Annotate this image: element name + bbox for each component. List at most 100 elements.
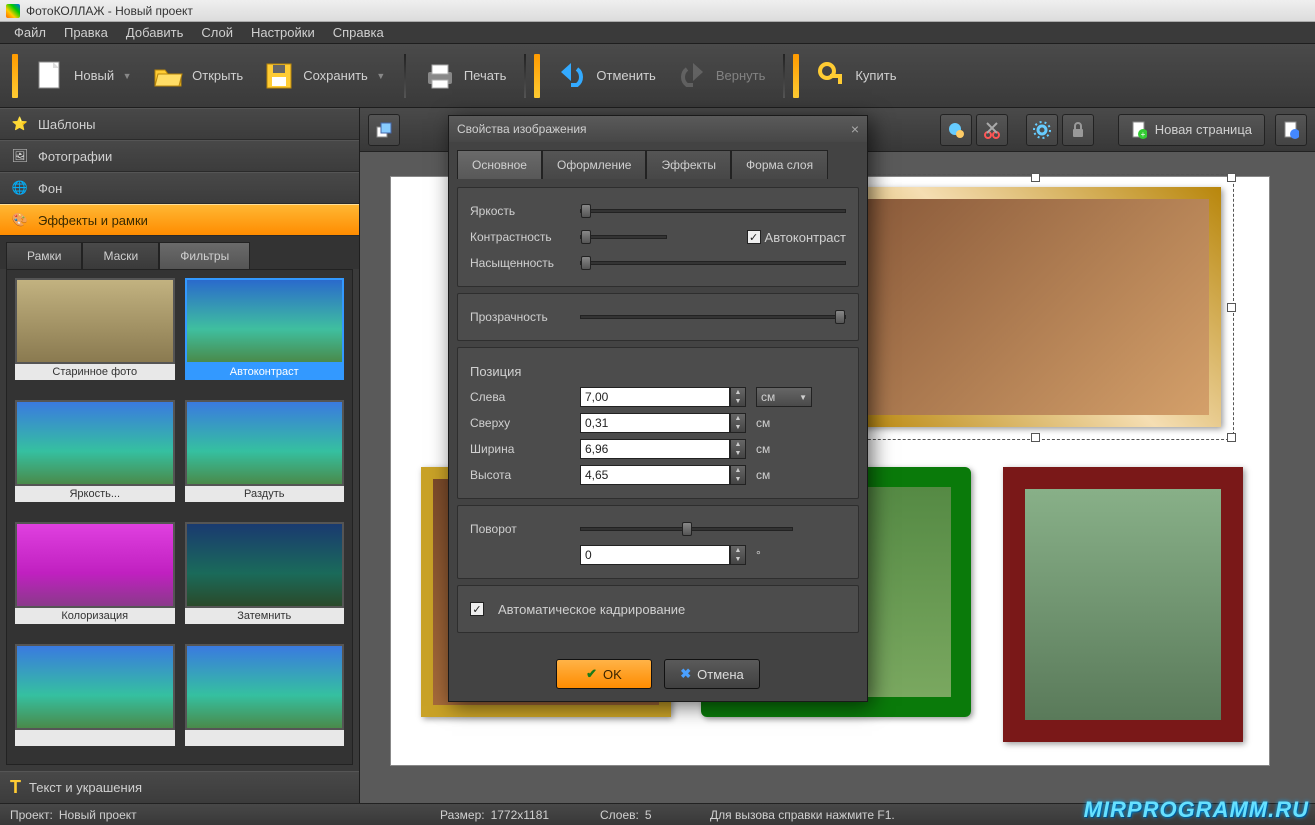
left-label: Слева (470, 390, 570, 404)
image-add-icon[interactable] (940, 114, 972, 146)
print-button[interactable]: Печать (414, 52, 517, 100)
key-icon (815, 60, 847, 92)
resize-handle[interactable] (1227, 433, 1236, 442)
brightness-label: Яркость (470, 204, 570, 218)
filter-thumb[interactable]: Затемнить (185, 522, 345, 634)
globe-icon: 🌐 (10, 178, 30, 198)
sidebar-item-text[interactable]: T Текст и украшения (0, 771, 359, 803)
resize-handle[interactable] (1031, 173, 1040, 182)
tab-filters[interactable]: Фильтры (159, 242, 250, 269)
save-button[interactable]: Сохранить ▼ (253, 52, 396, 100)
filter-thumb[interactable]: Раздуть (185, 400, 345, 512)
spinner-buttons[interactable]: ▲▼ (730, 413, 746, 433)
filter-thumb[interactable] (15, 644, 175, 756)
tab-shape[interactable]: Форма слоя (731, 150, 828, 179)
filter-thumbnails: Старинное фото Автоконтраст Яркость... Р… (6, 269, 353, 765)
resize-handle[interactable] (1227, 173, 1236, 182)
top-input[interactable] (580, 413, 730, 433)
menu-file[interactable]: Файл (6, 23, 54, 42)
tab-masks[interactable]: Маски (82, 242, 159, 269)
status-help: Для вызова справки нажмите F1. (710, 808, 895, 822)
spinner-buttons[interactable]: ▲▼ (730, 545, 746, 565)
open-button[interactable]: Открыть (142, 52, 253, 100)
spinner-buttons[interactable]: ▲▼ (730, 439, 746, 459)
page-add-icon: + (1131, 121, 1147, 139)
filter-thumb[interactable] (185, 644, 345, 756)
tab-design[interactable]: Оформление (542, 150, 646, 179)
toolbar-separator (404, 54, 406, 98)
gear-icon[interactable] (1026, 114, 1058, 146)
sidebar-item-templates[interactable]: ⭐ Шаблоны (0, 108, 359, 140)
star-icon: ⭐ (10, 114, 30, 134)
close-icon[interactable]: × (851, 121, 859, 137)
redo-button[interactable]: Вернуть (666, 52, 776, 100)
dialog-title: Свойства изображения (457, 122, 587, 136)
lock-icon[interactable] (1062, 114, 1094, 146)
rotation-slider[interactable] (580, 527, 793, 531)
saturation-label: Насыщенность (470, 256, 570, 270)
toolbar-separator (783, 54, 785, 98)
resize-handle[interactable] (1227, 303, 1236, 312)
toolbar-accent (793, 54, 799, 98)
spinner-buttons[interactable]: ▲▼ (730, 465, 746, 485)
filter-thumb[interactable]: Колоризация (15, 522, 175, 634)
dialog-tabs: Основное Оформление Эффекты Форма слоя (449, 142, 867, 179)
unit-select[interactable]: см▼ (756, 387, 812, 407)
menu-help[interactable]: Справка (325, 23, 392, 42)
effects-subtabs: Рамки Маски Фильтры (0, 236, 359, 269)
spinner-buttons[interactable]: ▲▼ (730, 387, 746, 407)
filter-thumb[interactable]: Автоконтраст (185, 278, 345, 390)
chevron-down-icon[interactable]: ▼ (376, 71, 386, 81)
width-label: Ширина (470, 442, 570, 456)
new-button[interactable]: Новый ▼ (24, 52, 142, 100)
rotation-input[interactable] (580, 545, 730, 565)
selected-frame[interactable] (851, 187, 1221, 427)
tab-frames[interactable]: Рамки (6, 242, 82, 269)
text-icon: T (10, 777, 21, 798)
autocontrast-label: Автоконтраст (765, 230, 846, 245)
chevron-down-icon[interactable]: ▼ (122, 71, 132, 81)
menu-edit[interactable]: Правка (56, 23, 116, 42)
sidebar-item-background[interactable]: 🌐 Фон (0, 172, 359, 204)
menu-settings[interactable]: Настройки (243, 23, 323, 42)
menu-layer[interactable]: Слой (193, 23, 241, 42)
sidebar-item-effects[interactable]: 🎨 Эффекты и рамки (0, 204, 359, 236)
height-input[interactable] (580, 465, 730, 485)
tab-main[interactable]: Основное (457, 150, 542, 179)
cut-icon[interactable] (976, 114, 1008, 146)
filter-thumb[interactable]: Яркость... (15, 400, 175, 512)
new-page-button[interactable]: + Новая страница (1118, 114, 1265, 146)
unit-label: см (756, 416, 796, 430)
menu-add[interactable]: Добавить (118, 23, 191, 42)
saturation-slider[interactable] (580, 261, 846, 265)
layers-icon[interactable] (368, 114, 400, 146)
left-input[interactable] (580, 387, 730, 407)
rotate-handle[interactable] (1030, 301, 1042, 313)
top-label: Сверху (470, 416, 570, 430)
contrast-slider[interactable] (580, 235, 667, 239)
cancel-button[interactable]: ✖ Отмена (664, 659, 760, 689)
autocontrast-checkbox[interactable]: ✓ (747, 230, 761, 244)
width-input[interactable] (580, 439, 730, 459)
dialog-titlebar[interactable]: Свойства изображения × (449, 116, 867, 142)
opacity-label: Прозрачность (470, 310, 570, 324)
ok-button[interactable]: ✔ OK (556, 659, 652, 689)
svg-text:+: + (1140, 130, 1145, 139)
side-panel: ⭐ Шаблоны 🖼 Фотографии 🌐 Фон 🎨 Эффекты и… (0, 108, 360, 803)
toolbar-accent (534, 54, 540, 98)
page-settings-icon[interactable] (1275, 114, 1307, 146)
filter-thumb[interactable]: Старинное фото (15, 278, 175, 390)
redo-icon (676, 60, 708, 92)
buy-button[interactable]: Купить (805, 52, 906, 100)
undo-button[interactable]: Отменить (546, 52, 665, 100)
resize-handle[interactable] (1031, 433, 1040, 442)
opacity-slider[interactable] (580, 315, 846, 319)
tab-effects[interactable]: Эффекты (646, 150, 731, 179)
sidebar-item-photos[interactable]: 🖼 Фотографии (0, 140, 359, 172)
collage-frame[interactable] (1003, 467, 1243, 742)
menubar: Файл Правка Добавить Слой Настройки Спра… (0, 22, 1315, 44)
autocrop-label: Автоматическое кадрирование (498, 602, 685, 617)
autocrop-checkbox[interactable]: ✓ (470, 602, 484, 616)
height-label: Высота (470, 468, 570, 482)
brightness-slider[interactable] (580, 209, 846, 213)
